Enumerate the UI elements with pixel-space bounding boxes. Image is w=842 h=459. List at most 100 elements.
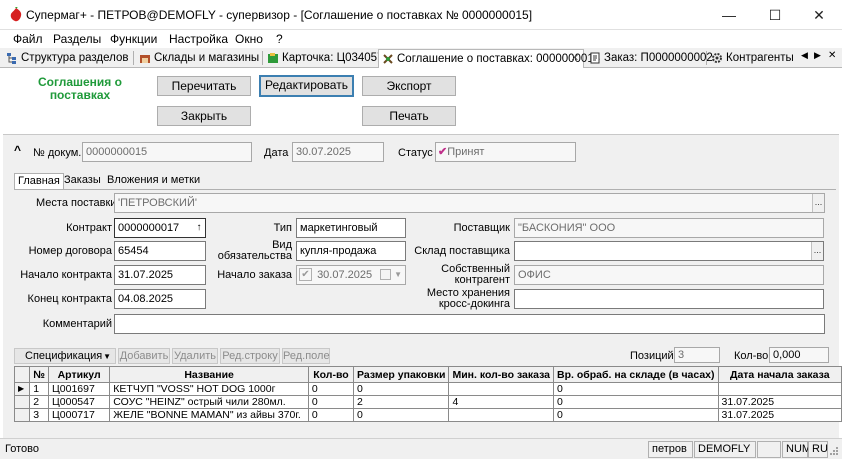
cell-name[interactable]: СОУС "HEINZ" острый чили 280мл. [109,395,309,409]
contract-start-field[interactable]: 31.07.2025 [114,265,206,285]
row-selector-icon[interactable]: ▶ [13,382,31,396]
tab-scroll-right-icon[interactable]: ▶ [814,50,821,61]
tab-separator [706,51,707,65]
tab-main[interactable]: Главная [14,173,64,189]
add-row-button[interactable]: Добавить [118,348,170,364]
cell-min-order[interactable]: 4 [448,395,555,409]
crossdock-field[interactable] [514,289,824,309]
tab-close-icon[interactable]: ✕ [571,50,579,68]
menu-sections[interactable]: Разделы [53,32,101,46]
column-header-processing-time[interactable]: Вр. обраб. на складе (в часах) [553,366,719,383]
cell-name[interactable]: КЕТЧУП "VOSS" HOT DOG 1000г [109,382,309,396]
type-field[interactable]: маркетинговый [296,218,406,238]
cell-number[interactable]: 2 [29,395,49,409]
cell-order-start-date[interactable]: 31.07.2025 [717,408,842,422]
column-header-article[interactable]: Артикул [47,366,111,383]
cell-min-order[interactable] [448,408,555,422]
resize-grip-icon[interactable] [829,446,839,456]
supplier-field[interactable]: "БАСКОНИЯ" ООО [514,218,824,238]
tab-orders[interactable]: Заказы [61,173,104,189]
status-empty-pane [757,441,781,458]
calendar-icon[interactable] [380,269,391,280]
print-button[interactable]: Печать [362,106,456,126]
edit-row-button[interactable]: Ред.строку [220,348,280,364]
obligation-field[interactable]: купля-продажа [296,241,406,261]
comment-field[interactable] [114,314,825,334]
tab-contractors[interactable]: Контрагенты [708,49,798,68]
cell-article[interactable]: Ц001697 [47,382,111,396]
cell-order-start-date[interactable] [717,382,842,396]
own-contractor-field[interactable]: ОФИС [514,265,824,285]
cell-processing-time[interactable]: 0 [553,408,719,422]
close-window-button[interactable]: ✕ [796,0,842,30]
cell-pack-size[interactable]: 0 [353,382,450,396]
tab-card[interactable]: Карточка: Ц034057 [264,49,383,68]
maximize-button[interactable]: ☐ [752,0,798,30]
cell-name[interactable]: ЖЕЛЕ "BONNE MAMAN" из айвы 370г. [109,408,309,422]
status-num-lock: NUM [782,441,811,458]
tab-warehouses[interactable]: Склады и магазины [136,49,260,68]
row-selector[interactable] [13,395,31,409]
spec-dropdown[interactable]: Спецификация ▼ [14,348,116,364]
tab-agreement[interactable]: Соглашение о поставках: 0000000015 ✕ [378,49,600,68]
export-button[interactable]: Экспорт [362,76,456,96]
tab-structure[interactable]: Структура разделов [3,49,131,68]
edit-button[interactable]: Редактировать [259,75,354,97]
order-start-checkbox[interactable]: ✔ [299,268,312,281]
column-header-name[interactable]: Название [109,366,309,383]
column-header-min-order[interactable]: Мин. кол-во заказа [448,366,555,383]
tab-strip-close-icon[interactable]: ✕ [828,50,836,61]
column-header-number[interactable]: № [29,366,49,383]
supplier-warehouse-picker-button[interactable]: ... [811,242,823,260]
column-header-pack-size[interactable]: Размер упаковки [353,366,450,383]
contract-field[interactable]: 0000000017 ↑ [114,218,206,238]
menu-functions[interactable]: Функции [110,32,157,46]
delete-row-button[interactable]: Удалить [172,348,218,364]
cell-order-start-date[interactable]: 31.07.2025 [717,395,842,409]
cell-pack-size[interactable]: 2 [353,395,450,409]
menu-settings[interactable]: Настройка [169,32,228,46]
tab-scroll-left-icon[interactable]: ◀ [801,50,808,61]
column-header-order-start-date[interactable]: Дата начала заказа [717,366,842,383]
places-picker-button[interactable]: ... [812,194,824,212]
menu-window[interactable]: Окно [235,32,263,46]
cell-qty[interactable]: 0 [307,395,355,409]
collapse-icon[interactable]: ^ [14,143,21,157]
column-header-marker[interactable] [13,366,31,383]
row-selector[interactable] [13,408,31,422]
cell-qty[interactable]: 0 [307,382,355,396]
cell-number[interactable]: 1 [29,382,49,396]
close-button[interactable]: Закрыть [157,106,251,126]
date-field[interactable]: 30.07.2025 [292,142,384,162]
table-row[interactable]: 3 Ц000717 ЖЕЛЕ "BONNE MAMAN" из айвы 370… [13,408,842,422]
order-start-field[interactable]: ✔ 30.07.2025 ▼ [296,265,406,285]
tab-attachments[interactable]: Вложения и метки [104,173,203,189]
cell-qty[interactable]: 0 [307,408,355,422]
cell-pack-size[interactable]: 0 [353,408,450,422]
cell-article[interactable]: Ц000547 [47,395,111,409]
contract-lookup-button[interactable]: ↑ [194,219,204,237]
cell-processing-time[interactable]: 0 [553,382,719,396]
doc-number-field[interactable]: 0000000015 [82,142,252,162]
contract-end-field[interactable]: 04.08.2025 [114,289,206,309]
table-row[interactable]: ▶ 1 Ц001697 КЕТЧУП "VOSS" HOT DOG 1000г … [13,382,842,396]
edit-field-button[interactable]: Ред.поле [282,348,330,364]
chevron-down-icon[interactable]: ▼ [394,266,402,284]
column-header-qty[interactable]: Кол-во [307,366,355,383]
cell-number[interactable]: 3 [29,408,49,422]
cell-min-order[interactable] [448,382,555,396]
status-text: Готово [5,443,39,455]
agreement-number-field[interactable]: 65454 [114,241,206,261]
reread-button[interactable]: Перечитать [157,76,251,96]
type-label: Тип [273,222,292,234]
tab-order[interactable]: Заказ: П0000000002 [586,49,713,68]
minimize-button[interactable]: — [706,0,752,30]
menu-file[interactable]: Файл [13,32,43,46]
cell-article[interactable]: Ц000717 [47,408,111,422]
cell-processing-time[interactable]: 0 [553,395,719,409]
menu-help[interactable]: ? [276,32,283,46]
places-field[interactable]: 'ПЕТРОВСКИЙ' ... [114,193,825,213]
status-field[interactable]: ✔Принят [435,142,576,162]
supplier-warehouse-field[interactable]: ... [514,241,824,261]
table-row[interactable]: 2 Ц000547 СОУС "HEINZ" острый чили 280мл… [13,395,842,409]
